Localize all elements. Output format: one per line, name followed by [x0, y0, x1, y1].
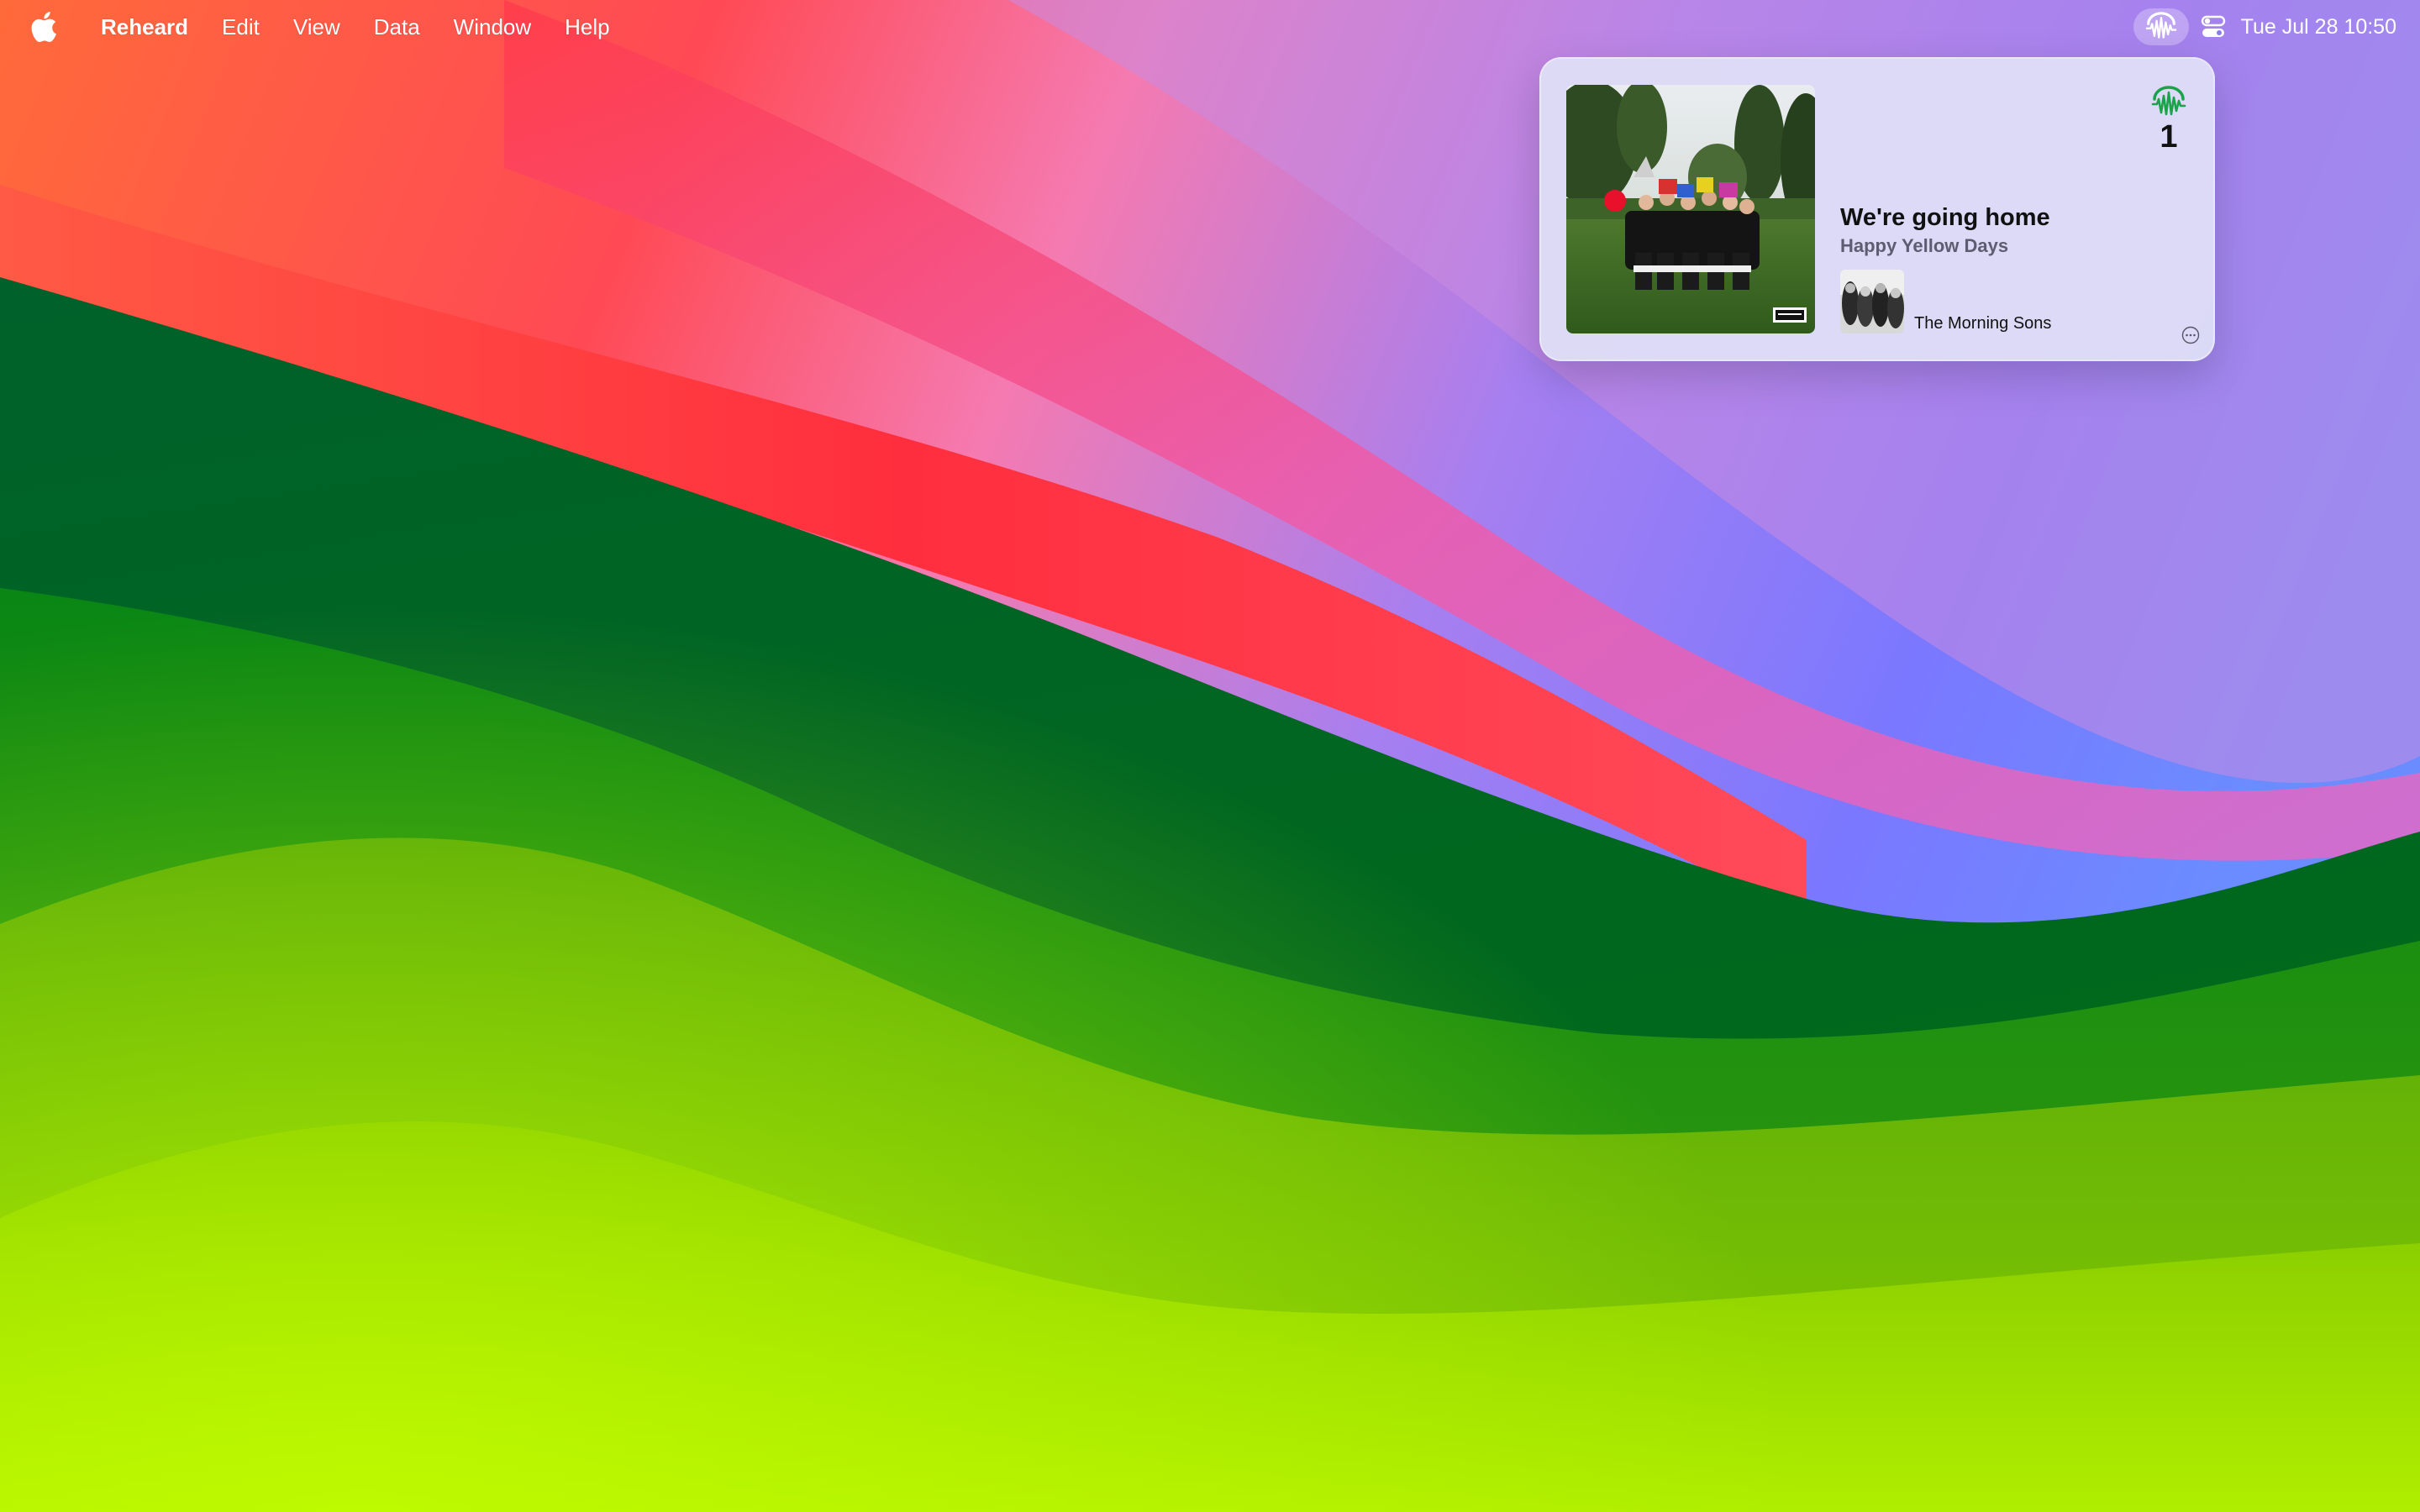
desktop: Reheard Edit View Data Window Help Tue J… [0, 0, 2420, 1512]
reheard-waveform-icon [2145, 12, 2176, 39]
reheard-waveform-icon [2151, 86, 2186, 116]
menu-help[interactable]: Help [548, 0, 626, 54]
menu-window[interactable]: Window [437, 0, 548, 54]
menu-bar: Reheard Edit View Data Window Help Tue J… [0, 0, 2420, 54]
reheard-status-item[interactable] [2133, 8, 2189, 45]
track-title: We're going home [1840, 204, 2050, 231]
now-playing-popover: 1 We're going home Happy Yellow Days The… [1539, 57, 2215, 361]
status-area: Tue Jul 28 10:50 [2133, 0, 2403, 54]
menu-data[interactable]: Data [357, 0, 437, 54]
menu-app-name[interactable]: Reheard [84, 0, 205, 54]
artist-name[interactable]: The Morning Sons [1914, 314, 2051, 333]
apple-logo-icon[interactable] [30, 12, 57, 42]
ellipsis-circle-icon[interactable] [2181, 326, 2200, 344]
album-cover-image [1566, 85, 1815, 333]
artist-photo-image [1840, 270, 1904, 333]
control-center-icon[interactable] [2199, 13, 2228, 41]
play-count: 1 [2160, 119, 2178, 155]
menu-view[interactable]: View [276, 0, 357, 54]
menu-items: Reheard Edit View Data Window Help [84, 0, 627, 54]
menu-edit[interactable]: Edit [205, 0, 276, 54]
album-name: Happy Yellow Days [1840, 235, 2009, 256]
menu-clock[interactable]: Tue Jul 28 10:50 [2241, 15, 2403, 39]
